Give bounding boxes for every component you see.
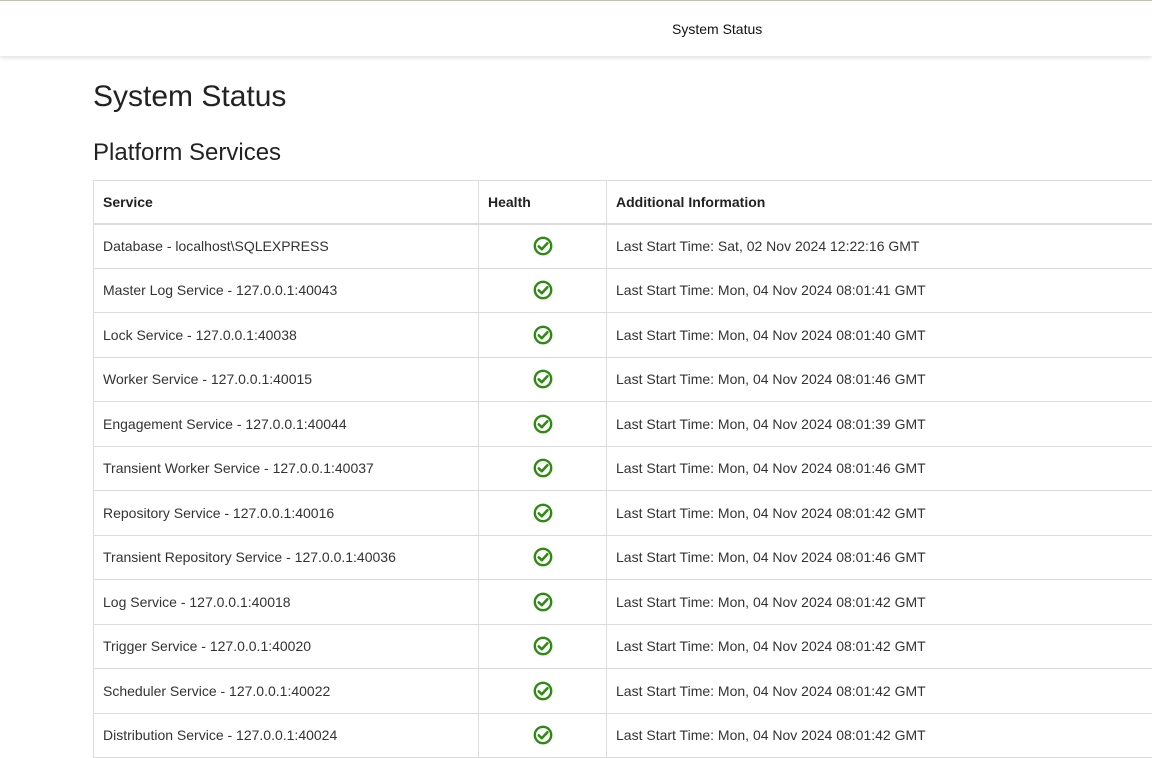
health-cell (479, 624, 607, 669)
check-circle-icon (533, 592, 553, 612)
service-name-cell: Worker Service - 127.0.0.1:40015 (94, 357, 479, 402)
additional-information-cell: Last Start Time: Mon, 04 Nov 2024 08:01:… (607, 535, 1152, 580)
service-name-cell: Trigger Service - 127.0.0.1:40020 (94, 624, 479, 669)
service-name-cell: Repository Service - 127.0.0.1:40016 (94, 491, 479, 536)
health-cell (479, 268, 607, 313)
section-title: Platform Services (93, 139, 281, 167)
column-header-health: Health (479, 181, 607, 224)
service-name-cell: Master Log Service - 127.0.0.1:40043 (94, 268, 479, 313)
service-name-cell: Database - localhost\SQLEXPRESS (94, 224, 479, 269)
services-table: Service Health Additional Information Da… (93, 180, 1152, 758)
table-row: Transient Worker Service - 127.0.0.1:400… (94, 446, 1152, 491)
check-circle-icon (533, 681, 553, 701)
check-circle-icon (533, 369, 553, 389)
table-row: Trigger Service - 127.0.0.1:40020 Last St… (94, 624, 1152, 669)
column-header-additional-information: Additional Information (607, 181, 1152, 224)
table-row: Repository Service - 127.0.0.1:40016 Last… (94, 491, 1152, 536)
health-cell (479, 402, 607, 447)
additional-information-cell: Last Start Time: Mon, 04 Nov 2024 08:01:… (607, 357, 1152, 402)
page-title: System Status (93, 80, 286, 114)
health-cell (479, 535, 607, 580)
check-circle-icon (533, 547, 553, 567)
check-circle-icon (533, 280, 553, 300)
table-row: Distribution Service - 127.0.0.1:40024 La… (94, 713, 1152, 758)
check-circle-icon (533, 325, 553, 345)
health-cell (479, 357, 607, 402)
table-row: Transient Repository Service - 127.0.0.1… (94, 535, 1152, 580)
table-row: Log Service - 127.0.0.1:40018 Last Start … (94, 580, 1152, 625)
check-circle-icon (533, 458, 553, 478)
service-name-cell: Scheduler Service - 127.0.0.1:40022 (94, 669, 479, 714)
table-row: Worker Service - 127.0.0.1:40015 Last Sta… (94, 357, 1152, 402)
additional-information-cell: Last Start Time: Mon, 04 Nov 2024 08:01:… (607, 313, 1152, 358)
check-circle-icon (533, 503, 553, 523)
table-row: Scheduler Service - 127.0.0.1:40022 Last … (94, 669, 1152, 714)
service-name-cell: Transient Worker Service - 127.0.0.1:400… (94, 446, 479, 491)
service-name-cell: Transient Repository Service - 127.0.0.1… (94, 535, 479, 580)
health-cell (479, 580, 607, 625)
table-row: Engagement Service - 127.0.0.1:40044 Last… (94, 402, 1152, 447)
service-name-cell: Lock Service - 127.0.0.1:40038 (94, 313, 479, 358)
services-table-body: Database - localhost\SQLEXPRESS Last Star… (94, 224, 1152, 758)
additional-information-cell: Last Start Time: Mon, 04 Nov 2024 08:01:… (607, 402, 1152, 447)
check-circle-icon (533, 725, 553, 745)
additional-information-cell: Last Start Time: Mon, 04 Nov 2024 08:01:… (607, 491, 1152, 536)
column-header-service: Service (94, 181, 479, 224)
additional-information-cell: Last Start Time: Mon, 04 Nov 2024 08:01:… (607, 624, 1152, 669)
topbar-title: System Status (672, 21, 762, 37)
table-header-row: Service Health Additional Information (94, 181, 1152, 224)
additional-information-cell: Last Start Time: Mon, 04 Nov 2024 08:01:… (607, 580, 1152, 625)
service-name-cell: Engagement Service - 127.0.0.1:40044 (94, 402, 479, 447)
additional-information-cell: Last Start Time: Mon, 04 Nov 2024 08:01:… (607, 669, 1152, 714)
service-name-cell: Distribution Service - 127.0.0.1:40024 (94, 713, 479, 758)
health-cell (479, 224, 607, 269)
health-cell (479, 491, 607, 536)
top-bar: System Status (0, 0, 1152, 56)
health-cell (479, 446, 607, 491)
additional-information-cell: Last Start Time: Mon, 04 Nov 2024 08:01:… (607, 713, 1152, 758)
health-cell (479, 313, 607, 358)
table-row: Database - localhost\SQLEXPRESS Last Star… (94, 224, 1152, 269)
check-circle-icon (533, 236, 553, 256)
additional-information-cell: Last Start Time: Mon, 04 Nov 2024 08:01:… (607, 446, 1152, 491)
check-circle-icon (533, 414, 553, 434)
table-row: Master Log Service - 127.0.0.1:40043 Last… (94, 268, 1152, 313)
health-cell (479, 713, 607, 758)
additional-information-cell: Last Start Time: Mon, 04 Nov 2024 08:01:… (607, 268, 1152, 313)
health-cell (479, 669, 607, 714)
service-name-cell: Log Service - 127.0.0.1:40018 (94, 580, 479, 625)
table-row: Lock Service - 127.0.0.1:40038 Last Start… (94, 313, 1152, 358)
additional-information-cell: Last Start Time: Sat, 02 Nov 2024 12:22:… (607, 224, 1152, 269)
check-circle-icon (533, 636, 553, 656)
